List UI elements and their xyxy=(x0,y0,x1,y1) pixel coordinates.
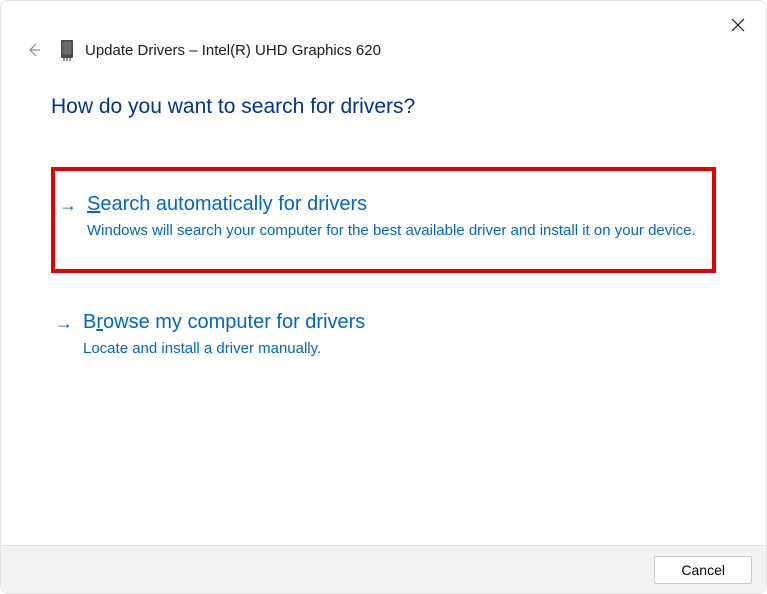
page-heading: How do you want to search for drivers? xyxy=(51,95,716,119)
arrow-right-icon: → xyxy=(59,195,77,216)
option-search-automatically[interactable]: → Search automatically for drivers Windo… xyxy=(51,167,716,273)
close-button[interactable] xyxy=(726,13,750,37)
option-description: Windows will search your computer for th… xyxy=(87,220,698,241)
option-title: Search automatically for drivers xyxy=(87,193,698,216)
close-icon xyxy=(731,18,745,32)
update-drivers-dialog: Update Drivers – Intel(R) UHD Graphics 6… xyxy=(0,0,767,594)
titlebar: Update Drivers – Intel(R) UHD Graphics 6… xyxy=(1,1,766,71)
cancel-button[interactable]: Cancel xyxy=(654,556,752,584)
window-title: Update Drivers – Intel(R) UHD Graphics 6… xyxy=(85,42,381,59)
option-description: Locate and install a driver manually. xyxy=(83,338,702,359)
footer: Cancel xyxy=(1,545,766,593)
back-arrow-icon xyxy=(26,42,42,58)
device-icon xyxy=(59,39,75,61)
option-text: Search automatically for drivers Windows… xyxy=(87,193,698,241)
option-browse-computer[interactable]: → Browse my computer for drivers Locate … xyxy=(51,293,716,377)
option-text: Browse my computer for drivers Locate an… xyxy=(83,311,702,359)
option-title: Browse my computer for drivers xyxy=(83,311,702,334)
back-button[interactable] xyxy=(23,39,45,61)
arrow-right-icon: → xyxy=(55,313,73,334)
content-area: How do you want to search for drivers? →… xyxy=(1,71,766,377)
